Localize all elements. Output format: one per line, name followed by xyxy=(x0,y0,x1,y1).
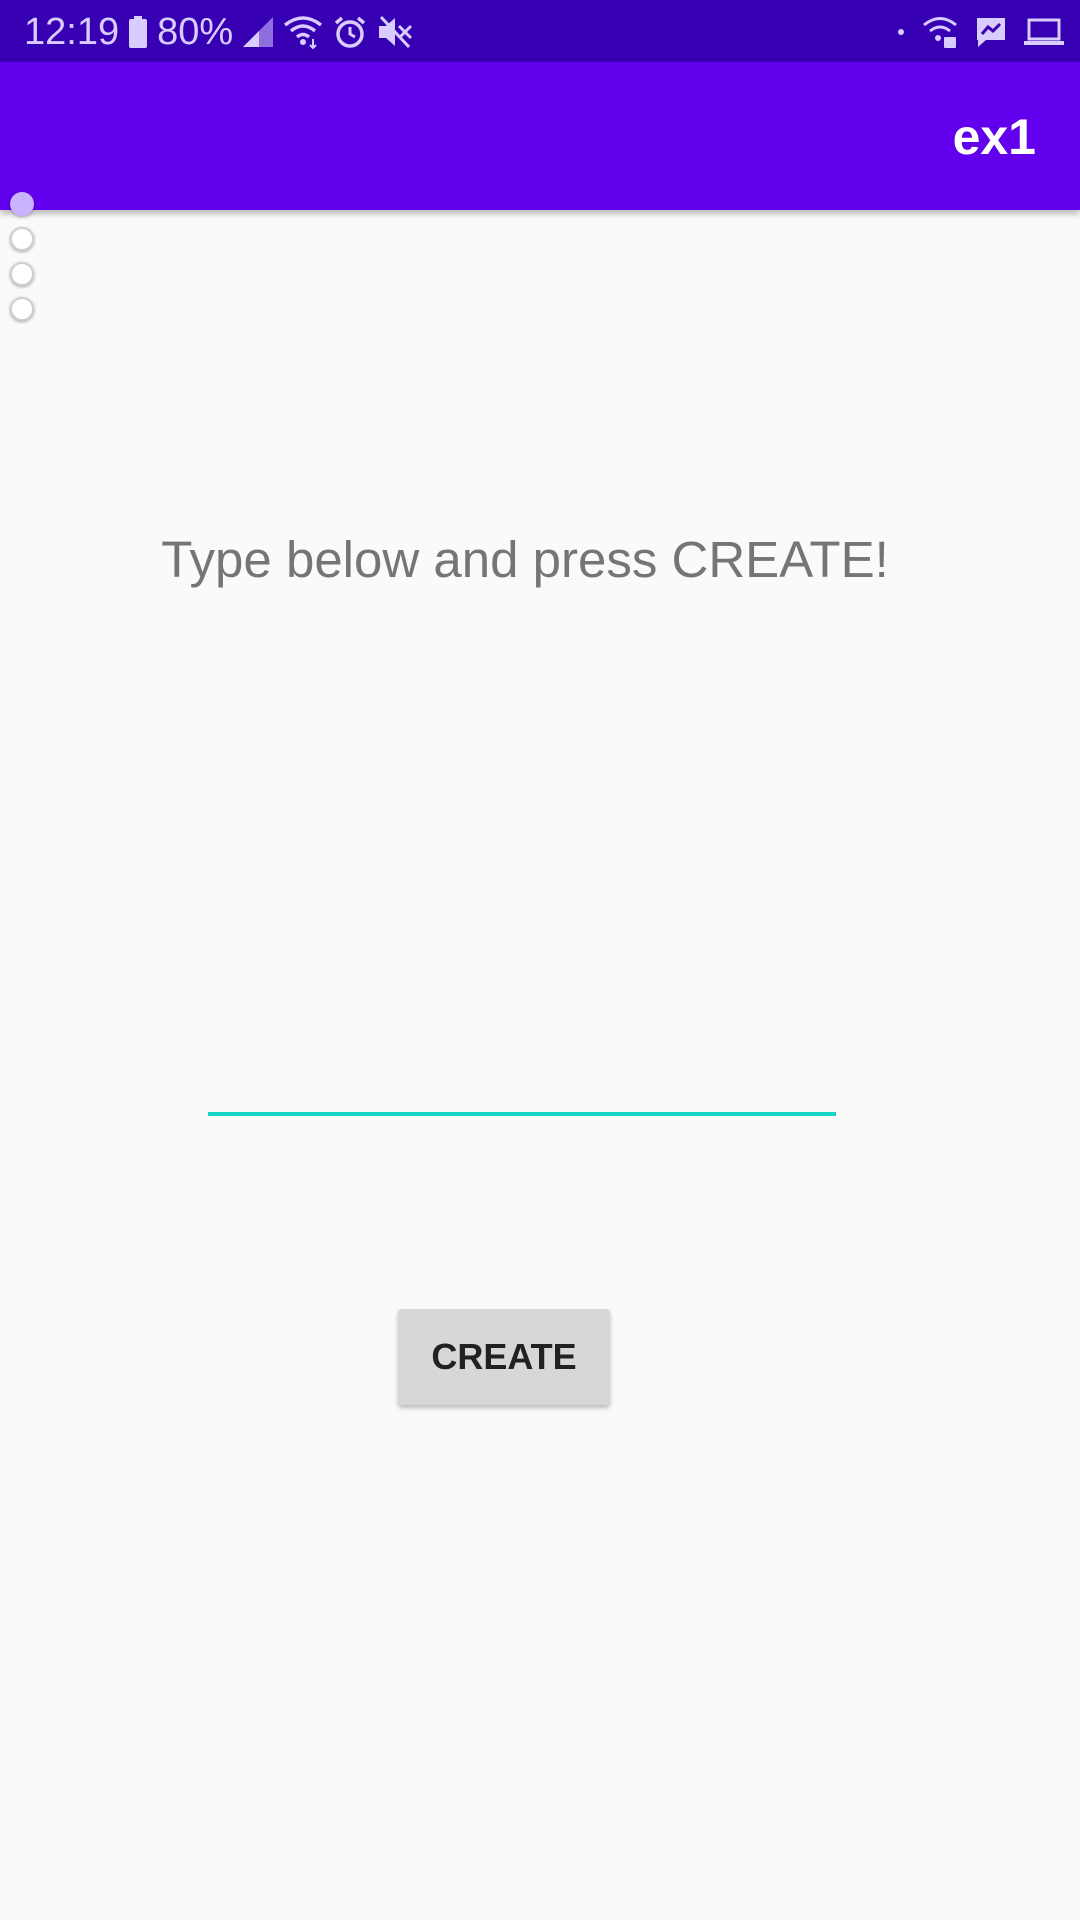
text-input[interactable] xyxy=(208,1050,836,1116)
signal-icon xyxy=(243,17,274,47)
alarm-icon xyxy=(333,15,367,49)
app-bar: ex1 xyxy=(0,62,1080,210)
prompt-text: Type below and press CREATE! xyxy=(161,531,889,588)
app-title: ex1 xyxy=(952,109,1036,165)
status-bar-right xyxy=(896,10,1064,54)
status-time: 12:19 xyxy=(24,10,120,53)
battery-percent: 80% xyxy=(157,10,234,53)
radio-option-3[interactable] xyxy=(10,262,34,286)
status-bar: 12:19 80% xyxy=(0,0,1080,62)
battery-icon xyxy=(129,16,148,48)
laptop-icon xyxy=(1024,17,1064,47)
mute-icon xyxy=(377,15,413,49)
radio-group xyxy=(10,192,34,332)
dot-icon xyxy=(896,27,906,37)
radio-option-1[interactable] xyxy=(10,192,34,216)
messenger-icon xyxy=(974,15,1008,49)
radio-option-2[interactable] xyxy=(10,227,34,251)
radio-option-4[interactable] xyxy=(10,297,34,321)
create-button[interactable]: CREATE xyxy=(398,1309,610,1405)
wifi-lock-icon xyxy=(922,15,958,49)
status-bar-left: 12:19 80% xyxy=(24,10,413,54)
wifi-icon xyxy=(283,15,323,49)
